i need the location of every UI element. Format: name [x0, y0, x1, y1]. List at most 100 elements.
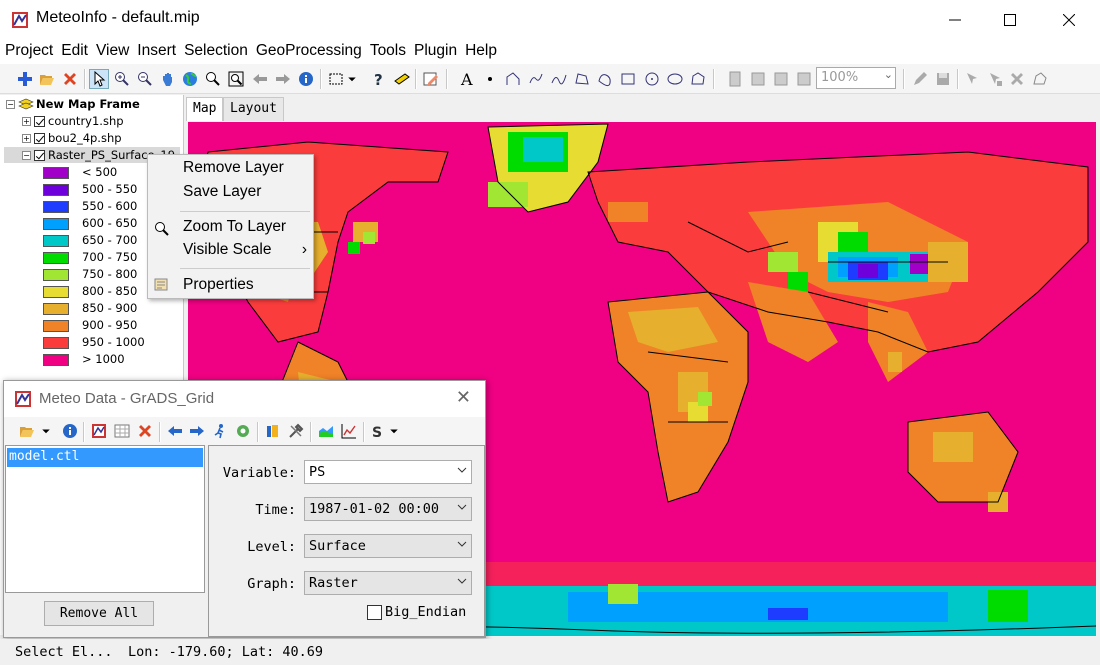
section-plot-button[interactable]	[316, 421, 336, 441]
select-tool[interactable]	[89, 69, 109, 89]
menu-tools[interactable]: Tools	[365, 40, 409, 64]
dialog-close-icon[interactable]: ✕	[456, 387, 471, 408]
expand-icon[interactable]: +	[22, 133, 31, 143]
curve-tool[interactable]	[549, 69, 569, 89]
curve-polygon-tool[interactable]	[688, 69, 708, 89]
menu-project[interactable]: Project	[0, 40, 56, 64]
pan-tool[interactable]	[158, 69, 178, 89]
text-tool[interactable]: A	[457, 69, 477, 89]
remove-all-button[interactable]: Remove All	[44, 601, 154, 626]
polyline-tool[interactable]	[503, 69, 523, 89]
animation-settings-button[interactable]	[233, 421, 253, 441]
zoom-in-tool[interactable]	[112, 69, 132, 89]
start-edit-button[interactable]	[910, 69, 930, 89]
freehand-tool[interactable]	[526, 69, 546, 89]
magnifier-icon	[206, 72, 220, 86]
legend-class-label: 600 - 650	[82, 216, 138, 230]
help-button[interactable]: ?	[368, 69, 388, 89]
fit-page-button[interactable]	[794, 69, 814, 89]
toolbar-separator	[310, 422, 312, 442]
tools-button[interactable]	[286, 421, 306, 441]
collapse-icon[interactable]: −	[22, 150, 31, 160]
time-select[interactable]: 1987-01-02 00:00	[304, 497, 472, 521]
select-feature-button[interactable]	[962, 69, 982, 89]
page-zoom-in-button[interactable]	[748, 69, 768, 89]
previous-time-button[interactable]	[165, 421, 185, 441]
clear-button[interactable]	[135, 421, 155, 441]
menu-selection[interactable]: Selection	[179, 40, 251, 64]
open-button[interactable]	[37, 69, 57, 89]
maximize-button[interactable]	[981, 0, 1039, 40]
layer-item[interactable]: + bou2_4p.shp	[22, 130, 122, 146]
context-zoom-to-layer[interactable]: Zoom To Layer	[183, 218, 311, 240]
menu-geoprocessing[interactable]: GeoProcessing	[251, 40, 365, 64]
script-button[interactable]: S	[368, 421, 388, 441]
graph-select[interactable]: Raster	[304, 571, 472, 595]
page-zoom-out-icon	[774, 72, 788, 86]
context-save-layer[interactable]: Save Layer	[183, 183, 311, 205]
layer-visibility-checkbox[interactable]	[34, 149, 45, 161]
page-zoom-out-button[interactable]	[771, 69, 791, 89]
zoom-out-tool[interactable]	[135, 69, 155, 89]
zoom-to-box-tool[interactable]	[226, 69, 246, 89]
variable-select[interactable]: PS	[304, 460, 472, 484]
measure-button[interactable]	[392, 69, 412, 89]
zoom-combo[interactable]: 100% ⌄	[816, 67, 896, 89]
circle-tool[interactable]	[642, 69, 662, 89]
menu-view[interactable]: View	[91, 40, 132, 64]
context-visible-scale[interactable]: Visible Scale ›	[183, 241, 311, 263]
map-frame-node[interactable]: − New Map Frame	[6, 96, 140, 112]
file-list[interactable]: model.ctl	[5, 445, 205, 593]
file-list-item[interactable]: model.ctl	[7, 448, 203, 467]
context-remove-layer[interactable]: Remove Layer	[183, 159, 311, 181]
edit-vertices-button[interactable]	[1030, 69, 1050, 89]
edit-graphic-button[interactable]	[421, 69, 441, 89]
minimize-button[interactable]	[926, 0, 984, 40]
menu-help[interactable]: Help	[460, 40, 500, 64]
identify-button[interactable]	[296, 69, 316, 89]
big-endian-checkbox[interactable]	[367, 605, 382, 620]
expand-icon[interactable]: +	[22, 116, 31, 126]
menu-edit[interactable]: Edit	[56, 40, 91, 64]
layers-icon	[18, 98, 34, 110]
save-edit-button[interactable]	[933, 69, 953, 89]
line-plot-button[interactable]	[339, 421, 359, 441]
add-feature-button[interactable]	[985, 69, 1005, 89]
select-dropdown[interactable]	[346, 69, 358, 89]
open-dropdown[interactable]	[40, 421, 52, 441]
level-select[interactable]: Surface	[304, 534, 472, 558]
layer-visibility-checkbox[interactable]	[34, 115, 45, 127]
polygon-tool[interactable]	[572, 69, 592, 89]
point-tool[interactable]	[480, 69, 500, 89]
delete-feature-button[interactable]	[1007, 69, 1027, 89]
next-time-button[interactable]	[187, 421, 207, 441]
menu-plugin[interactable]: Plugin	[409, 40, 460, 64]
close-button[interactable]	[1040, 0, 1098, 40]
full-extent-tool[interactable]	[180, 69, 200, 89]
add-layer-button[interactable]	[15, 69, 35, 89]
layer-item[interactable]: + country1.shp	[22, 113, 124, 129]
layer-visibility-checkbox[interactable]	[34, 132, 45, 144]
statistics-button[interactable]	[263, 421, 283, 441]
dashed-rectangle-icon	[329, 73, 343, 85]
menu-insert[interactable]: Insert	[132, 40, 179, 64]
context-properties[interactable]: Properties	[183, 276, 311, 298]
view-data-button[interactable]	[112, 421, 132, 441]
collapse-icon[interactable]: −	[6, 99, 15, 109]
draw-button[interactable]	[89, 421, 109, 441]
data-info-button[interactable]	[60, 421, 80, 441]
select-by-rectangle-button[interactable]	[326, 69, 346, 89]
rectangle-tool[interactable]	[618, 69, 638, 89]
new-page-button[interactable]	[725, 69, 745, 89]
ellipse-tool[interactable]	[665, 69, 685, 89]
next-extent-button[interactable]	[273, 69, 293, 89]
animation-button[interactable]	[210, 421, 230, 441]
script-dropdown[interactable]	[388, 421, 400, 441]
open-data-button[interactable]	[17, 421, 37, 441]
remove-layer-button[interactable]	[60, 69, 80, 89]
tab-map[interactable]: Map	[186, 97, 224, 121]
previous-extent-button[interactable]	[250, 69, 270, 89]
identify-zoom-tool[interactable]	[203, 69, 223, 89]
tab-layout[interactable]: Layout	[223, 97, 284, 121]
freehand-polygon-tool[interactable]	[595, 69, 615, 89]
